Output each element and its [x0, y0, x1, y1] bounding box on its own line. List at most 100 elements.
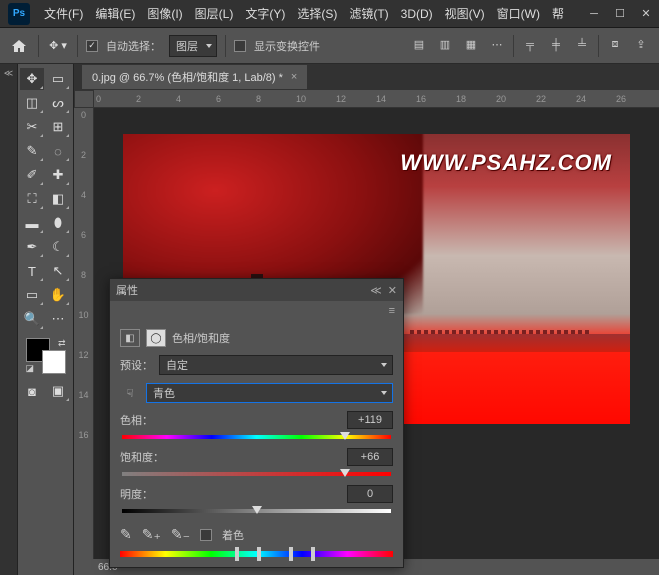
align-left-icon[interactable]: ▤ — [409, 35, 429, 55]
frame-tool[interactable]: ⊞ — [46, 116, 70, 138]
align-top-icon[interactable]: ╤ — [520, 35, 540, 55]
close-button[interactable]: ✕ — [633, 2, 659, 26]
hue-label: 色相： — [120, 412, 153, 428]
align-right-icon[interactable]: ▦ — [461, 35, 481, 55]
options-bar: ✥ ▾ 自动选择： 图层 显示变换控件 ▤ ▥ ▦ ⋯ ╤ ╪ ╧ ⧈ ⇪ — [0, 28, 659, 64]
lasso-tool[interactable]: ᔕ — [46, 92, 70, 114]
lightness-value[interactable]: 0 — [347, 485, 393, 503]
zoom-tool[interactable]: 🔍 — [20, 308, 44, 330]
default-colors-icon[interactable]: ◪ — [26, 363, 35, 374]
saturation-label: 饱和度： — [120, 449, 164, 465]
show-transform-label: 显示变换控件 — [254, 38, 320, 54]
menu-type[interactable]: 文字(Y) — [239, 0, 291, 27]
colorize-label: 着色 — [222, 527, 244, 543]
app-logo: Ps — [8, 3, 30, 25]
3d-mode-icon[interactable]: ⧈ — [605, 35, 625, 55]
shape-tool[interactable]: ▭ — [20, 284, 44, 306]
crop-tool[interactable]: ✂ — [20, 116, 44, 138]
panel-menu-icon[interactable]: ≡ — [389, 305, 395, 317]
document-tabs: 0.jpg @ 66.7% (色相/饱和度 1, Lab/8) * × — [74, 64, 659, 90]
align-bottom-icon[interactable]: ╧ — [572, 35, 592, 55]
background-color[interactable] — [42, 350, 66, 374]
gradient-tool[interactable]: ▬ — [20, 212, 44, 234]
auto-select-target[interactable]: 图层 — [169, 35, 217, 57]
hue-value[interactable]: +119 — [347, 411, 393, 429]
close-panel-icon[interactable]: ✕ — [388, 284, 397, 297]
artboard-tool[interactable]: ▭ — [46, 68, 70, 90]
eyedropper-sub-icon[interactable]: ✎₋ — [171, 526, 190, 543]
eyedropper-tool[interactable]: ✎ — [20, 140, 44, 162]
quickmask-tool[interactable]: ◙ — [20, 380, 44, 402]
eyedropper-add-icon[interactable]: ✎₊ — [142, 526, 161, 543]
menu-3d[interactable]: 3D(D) — [395, 0, 439, 27]
menu-help[interactable]: 帮 — [546, 0, 570, 27]
minimize-button[interactable]: ─ — [581, 2, 607, 26]
collapse-panel-icon[interactable]: ≪ — [370, 284, 382, 297]
hand-tool[interactable]: ✋ — [46, 284, 70, 306]
watermark-text: WWW.PSAHZ.COM — [400, 150, 612, 176]
type-tool[interactable]: T — [20, 260, 44, 282]
menu-edit[interactable]: 编辑(E) — [89, 0, 141, 27]
adjustment-type-icon: ◧ — [120, 329, 140, 347]
saturation-value[interactable]: +66 — [347, 448, 393, 466]
home-icon[interactable] — [8, 35, 30, 57]
share-icon[interactable]: ⇪ — [631, 35, 651, 55]
path-tool[interactable]: ↖ — [46, 260, 70, 282]
menu-bar: Ps 文件(F) 编辑(E) 图像(I) 图层(L) 文字(Y) 选择(S) 滤… — [0, 0, 659, 28]
lightness-label: 明度： — [120, 486, 153, 502]
window-controls: ─ ☐ ✕ — [581, 2, 659, 26]
preset-label: 预设： — [120, 357, 153, 373]
targeted-adjust-icon[interactable]: ☟ — [120, 387, 140, 400]
menu-view[interactable]: 视图(V) — [439, 0, 491, 27]
lightness-slider[interactable] — [122, 506, 391, 516]
blur-tool[interactable]: ⬮ — [46, 212, 70, 234]
auto-select-checkbox[interactable] — [86, 40, 98, 52]
menu-layer[interactable]: 图层(L) — [189, 0, 240, 27]
color-range-bar[interactable] — [120, 547, 393, 561]
panel-collapse-strip[interactable]: ≪ — [0, 64, 18, 575]
preset-dropdown[interactable]: 自定 — [159, 355, 393, 375]
eyedropper-icon[interactable]: ✎ — [120, 526, 132, 543]
menu-window[interactable]: 窗口(W) — [491, 0, 546, 27]
horizontal-ruler[interactable]: 02468101214161820222426 — [94, 90, 659, 108]
move-tool[interactable]: ✥ — [20, 68, 44, 90]
toolbox: ✥▭ ◫ᔕ ✂⊞ ✎◌ ✐✚ ⛶◧ ▬⬮ ✒☾ T↖ ▭✋ 🔍⋯ ◪ ⇄ ◙▣ — [18, 64, 74, 575]
marquee-tool[interactable]: ◫ — [20, 92, 44, 114]
healing-tool[interactable]: ✚ — [46, 164, 70, 186]
align-center-icon[interactable]: ▥ — [435, 35, 455, 55]
lightness-row: 明度： 0 — [120, 485, 393, 516]
menu-file[interactable]: 文件(F) — [38, 0, 89, 27]
pen-tool[interactable]: ✒ — [20, 236, 44, 258]
brush-tool[interactable]: ✐ — [20, 164, 44, 186]
auto-select-label: 自动选择： — [106, 38, 161, 54]
close-tab-icon[interactable]: × — [291, 71, 297, 83]
saturation-slider[interactable] — [122, 469, 391, 479]
colorize-checkbox[interactable] — [200, 529, 212, 541]
adjustment-name: 色相/饱和度 — [172, 330, 230, 346]
document-tab[interactable]: 0.jpg @ 66.7% (色相/饱和度 1, Lab/8) * × — [82, 65, 307, 89]
expand-icon: ≪ — [4, 68, 13, 79]
hue-slider[interactable] — [122, 432, 391, 442]
mask-icon[interactable]: ◯ — [146, 329, 166, 347]
align-middle-icon[interactable]: ╪ — [546, 35, 566, 55]
channel-dropdown[interactable]: 青色 — [146, 383, 393, 403]
swap-colors-icon[interactable]: ⇄ — [58, 338, 66, 349]
eraser-tool[interactable]: ◧ — [46, 188, 70, 210]
distribute-icon[interactable]: ⋯ — [487, 35, 507, 55]
move-tool-icon[interactable]: ✥ ▾ — [47, 35, 69, 57]
hue-row: 色相： +119 — [120, 411, 393, 442]
menu-filter[interactable]: 滤镜(T) — [343, 0, 394, 27]
panel-header[interactable]: 属性 ≪✕ — [110, 279, 403, 301]
menu-select[interactable]: 选择(S) — [291, 0, 343, 27]
quick-select-tool[interactable]: ◌ — [46, 140, 70, 162]
dodge-tool[interactable]: ☾ — [46, 236, 70, 258]
screenmode-tool[interactable]: ▣ — [46, 380, 70, 402]
clone-tool[interactable]: ⛶ — [20, 188, 44, 210]
color-swatches[interactable]: ◪ ⇄ — [26, 338, 66, 374]
vertical-ruler[interactable]: 0246810121416 — [74, 108, 94, 559]
maximize-button[interactable]: ☐ — [607, 2, 633, 26]
edit-toolbar[interactable]: ⋯ — [46, 308, 70, 330]
show-transform-checkbox[interactable] — [234, 40, 246, 52]
ruler-origin[interactable] — [74, 90, 94, 108]
menu-image[interactable]: 图像(I) — [141, 0, 188, 27]
